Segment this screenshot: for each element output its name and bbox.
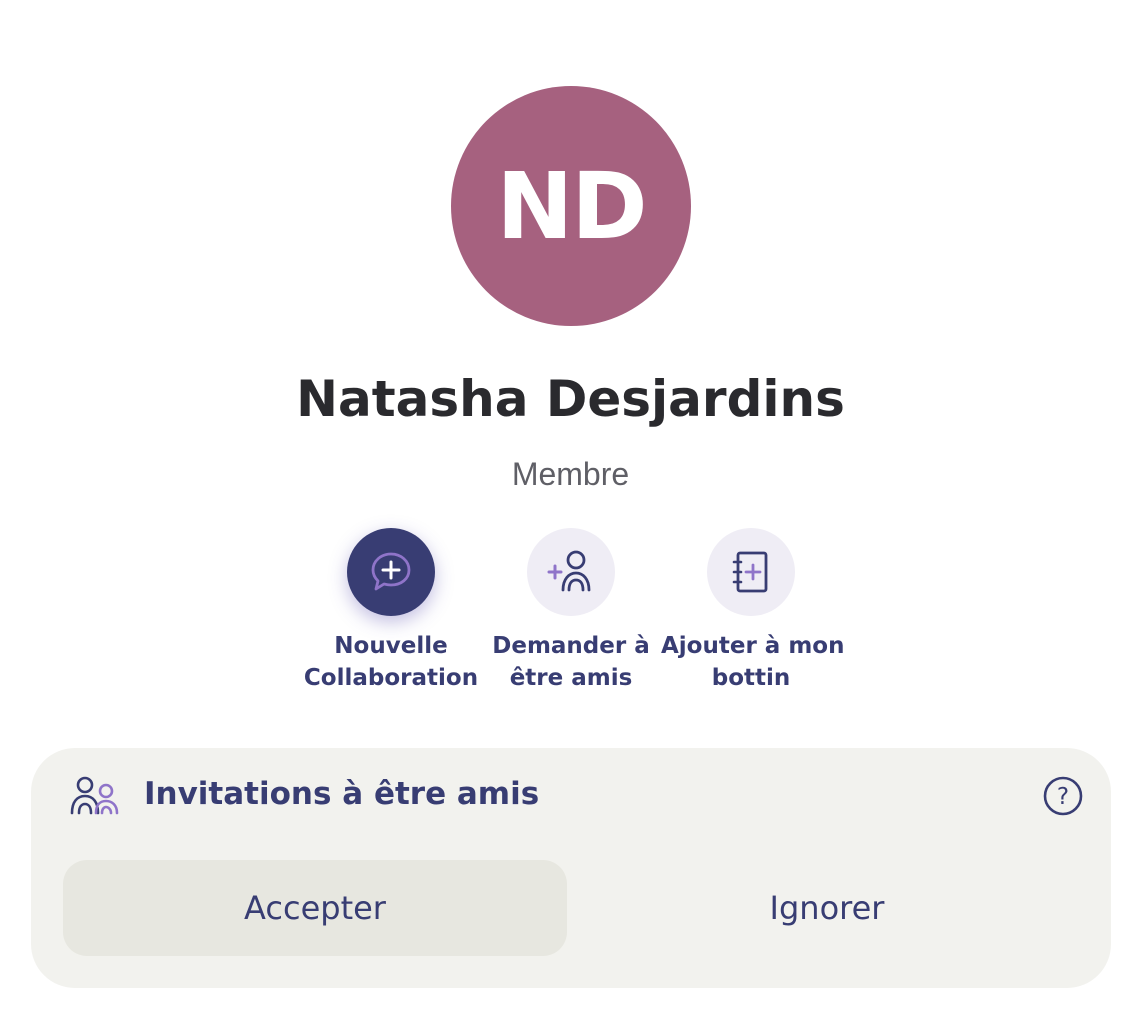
add-to-directory-label-line2: bottin bbox=[711, 665, 791, 691]
avatar-initials: ND bbox=[496, 152, 647, 260]
add-to-directory-button[interactable]: Ajouter à mon bottin bbox=[661, 528, 845, 694]
add-friend-icon bbox=[547, 550, 591, 592]
friend-invitation-card: Invitations à être amis ? Accepter Ignor… bbox=[31, 748, 1111, 988]
request-friend-label-line1: Demander à bbox=[492, 633, 650, 659]
profile-name: Natasha Desjardins bbox=[296, 370, 845, 428]
svg-text:?: ? bbox=[1057, 784, 1069, 810]
add-to-directory-circle[interactable] bbox=[707, 528, 795, 616]
request-friend-button[interactable]: Demander à être amis bbox=[481, 528, 661, 694]
accept-button[interactable]: Accepter bbox=[63, 860, 567, 956]
new-collaboration-label-line2: Collaboration bbox=[303, 665, 479, 691]
ignore-button[interactable]: Ignorer bbox=[575, 860, 1079, 956]
new-collaboration-label: Nouvelle Collaboration bbox=[301, 630, 481, 694]
address-book-add-icon bbox=[732, 551, 768, 593]
request-friend-label: Demander à être amis bbox=[481, 630, 661, 694]
profile-page: ND Natasha Desjardins Membre Nouvelle Co… bbox=[0, 0, 1141, 1028]
new-collaboration-circle[interactable] bbox=[347, 528, 435, 616]
add-to-directory-label-line1: Ajouter à mon bbox=[661, 633, 845, 659]
avatar: ND bbox=[451, 86, 691, 326]
help-icon[interactable]: ? bbox=[1043, 776, 1083, 816]
add-to-directory-label: Ajouter à mon bottin bbox=[661, 630, 845, 694]
profile-role: Membre bbox=[511, 456, 630, 492]
invitation-title: Invitations à être amis bbox=[144, 776, 540, 812]
new-collaboration-button[interactable]: Nouvelle Collaboration bbox=[301, 528, 481, 694]
chat-plus-icon bbox=[371, 552, 411, 591]
new-collaboration-label-line1: Nouvelle bbox=[334, 633, 448, 659]
people-icon bbox=[70, 776, 119, 815]
request-friend-circle[interactable] bbox=[527, 528, 615, 616]
request-friend-label-line2: être amis bbox=[509, 665, 633, 691]
